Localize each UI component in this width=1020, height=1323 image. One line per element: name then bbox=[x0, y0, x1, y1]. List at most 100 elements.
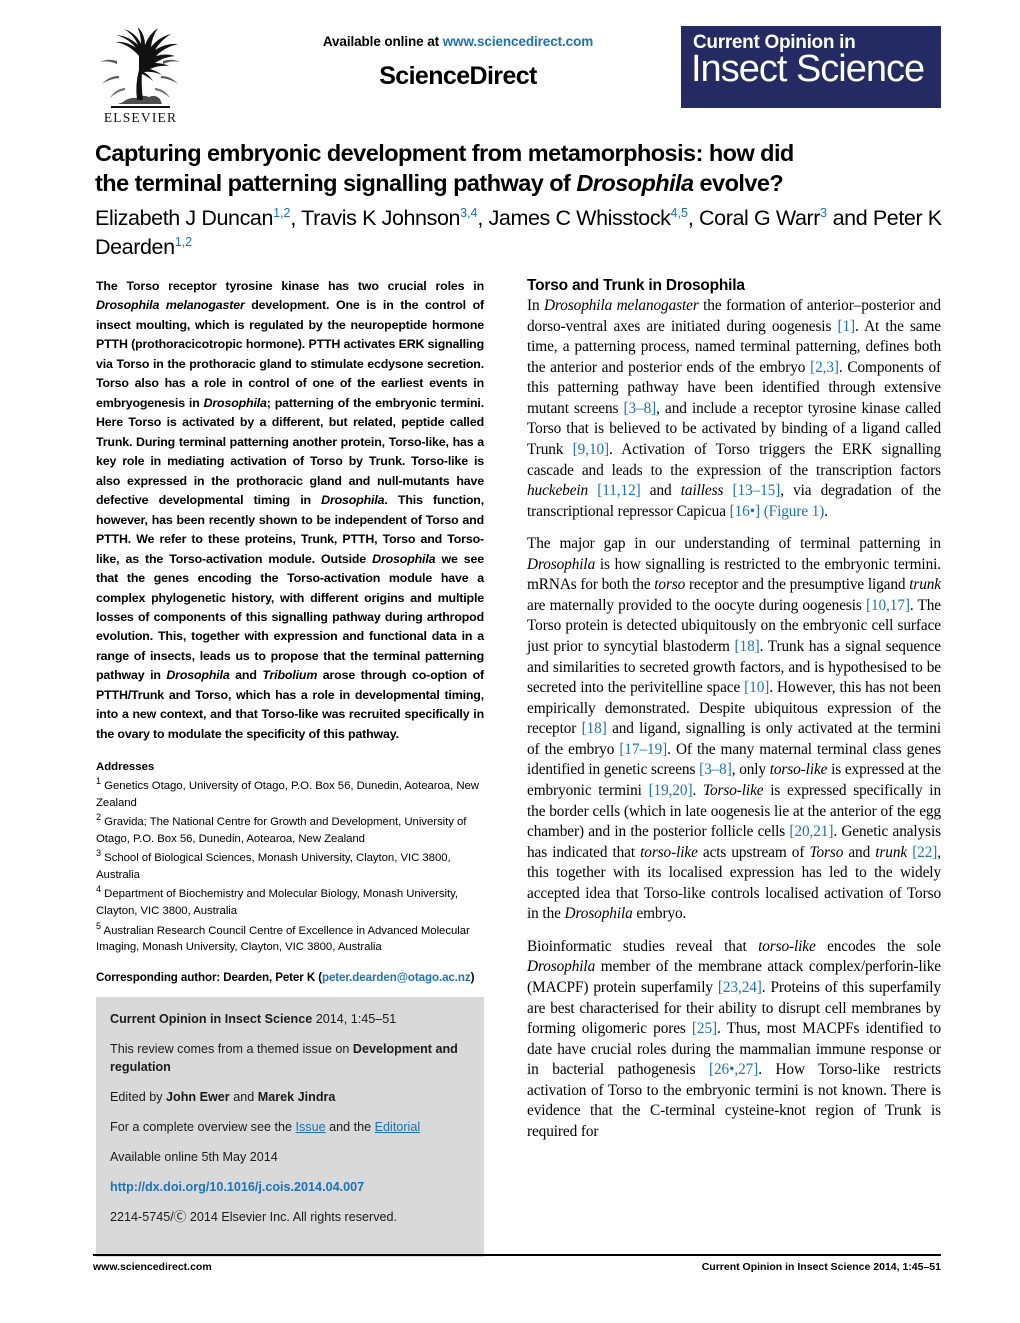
author-name: Coral G Warr bbox=[699, 206, 821, 231]
corresponding-author: Corresponding author: Dearden, Peter K (… bbox=[96, 971, 484, 984]
gene-or-species-name: trunk bbox=[909, 576, 941, 594]
page-header: ELSEVIER Available online at www.science… bbox=[93, 26, 941, 128]
citation-reference-link[interactable]: [13–15] bbox=[732, 482, 780, 499]
copyright-text: 2014 Elsevier Inc. All rights reserved. bbox=[186, 1209, 398, 1224]
citation-reference-link[interactable]: [18] bbox=[735, 638, 760, 655]
address-text: Australian Research Council Centre of Ex… bbox=[96, 924, 470, 953]
footer-volume-pages: 2014, 1:45–51 bbox=[870, 1261, 941, 1273]
footer-journal-name: Current Opinion in Insect Science bbox=[701, 1261, 871, 1273]
citation-reference-link[interactable]: [20,21] bbox=[789, 823, 833, 840]
species-name: Drosophila bbox=[166, 668, 230, 683]
title-line-2-post: evolve? bbox=[693, 170, 784, 197]
citation-reference-link[interactable]: [26•,27] bbox=[709, 1061, 758, 1078]
species-name: Drosophila melanogaster bbox=[96, 298, 245, 313]
citation-reference-link[interactable]: [19,20] bbox=[649, 782, 693, 799]
corresponding-author-email-link[interactable]: peter.dearden@otago.ac.nz bbox=[322, 971, 471, 984]
addresses-heading: Addresses bbox=[96, 761, 155, 774]
body-paragraph: Bioinformatic studies reveal that torso-… bbox=[527, 937, 941, 1140]
citation-reference-link[interactable]: [23,24] bbox=[718, 979, 762, 996]
article-page: ELSEVIER Available online at www.science… bbox=[0, 0, 1020, 1323]
gene-or-species-name: tailless bbox=[680, 482, 724, 500]
themed-issue-prefix: This review comes from a themed issue on bbox=[110, 1041, 353, 1056]
overview-prefix: For a complete overview see the bbox=[110, 1120, 296, 1135]
species-name: Drosophila bbox=[321, 493, 385, 508]
citation-reference-link[interactable]: [17–19] bbox=[619, 741, 667, 758]
address-text: School of Biological Sciences, Monash Un… bbox=[96, 852, 451, 881]
journal-logo: Current Opinion in Insect Science bbox=[681, 26, 941, 108]
gene-or-species-name: huckebein bbox=[527, 482, 589, 500]
author-name: James C Whisstock bbox=[488, 206, 671, 231]
body-paragraph: The major gap in our understanding of te… bbox=[527, 535, 942, 923]
issn-value: 2214-5745/ bbox=[110, 1209, 174, 1224]
copyright-icon: Ⓒ bbox=[173, 1209, 187, 1224]
citation-reference-link[interactable]: [3–8] bbox=[624, 400, 657, 417]
author-name: Elizabeth J Duncan bbox=[95, 206, 274, 231]
author-separator: , bbox=[290, 206, 302, 231]
citation-reference-link[interactable]: [22] bbox=[912, 844, 937, 861]
citation-reference-link[interactable]: [16•] bbox=[730, 503, 760, 520]
citation-reference-link[interactable]: [9,10] bbox=[573, 441, 609, 458]
citation-reference-link[interactable]: [25] bbox=[692, 1020, 717, 1037]
gene-or-species-name: Drosophila melanogaster bbox=[544, 297, 699, 314]
doi-link[interactable]: http://dx.doi.org/10.1016/j.cois.2014.04… bbox=[110, 1180, 364, 1194]
address-item: 5 Australian Research Council Centre of … bbox=[96, 920, 484, 956]
title-line-1: Capturing embryonic development from met… bbox=[95, 140, 794, 166]
editor-one: John Ewer bbox=[166, 1090, 230, 1105]
editors-line: Edited by John Ewer and Marek Jindra bbox=[110, 1088, 470, 1107]
available-online-date: Available online 5th May 2014 bbox=[110, 1150, 278, 1165]
address-text: Department of Biochemistry and Molecular… bbox=[96, 888, 459, 917]
species-name: Tribolium bbox=[262, 668, 318, 683]
title-line-2-italic: Drosophila bbox=[576, 170, 694, 197]
author-affiliation-marker: 1,2 bbox=[174, 234, 193, 249]
gene-or-species-name: Drosophila bbox=[527, 555, 596, 573]
doi-line: http://dx.doi.org/10.1016/j.cois.2014.04… bbox=[110, 1178, 470, 1197]
addresses-list: 1 Genetics Otago, University of Otago, P… bbox=[96, 775, 484, 955]
body-paragraph: In Drosophila melanogaster the formation… bbox=[527, 297, 942, 520]
corresponding-author-label: Corresponding author: Dearden, Peter K ( bbox=[96, 970, 322, 984]
editorial-link[interactable]: Editorial bbox=[375, 1120, 421, 1134]
gene-or-species-name: Torso bbox=[809, 843, 844, 861]
left-column: The Torso receptor tyrosine kinase has t… bbox=[96, 277, 484, 1257]
author-separator: , bbox=[687, 206, 700, 231]
citation-reference-link[interactable]: [18] bbox=[582, 720, 607, 737]
citation-reference-link[interactable]: [10] bbox=[744, 679, 769, 696]
editors-conjunction: and bbox=[229, 1090, 258, 1105]
abstract-text: The Torso receptor tyrosine kinase has t… bbox=[96, 279, 485, 741]
footer-website-link[interactable]: www.sciencedirect.com bbox=[93, 1261, 212, 1273]
title-line-2-pre: the terminal patterning signalling pathw… bbox=[95, 170, 577, 197]
citation-volume-pages: 2014, 1:45–51 bbox=[312, 1011, 397, 1026]
section-heading: Torso and Trunk in Drosophila bbox=[527, 277, 745, 294]
themed-issue-line: This review comes from a themed issue on… bbox=[110, 1040, 470, 1078]
elsevier-wordmark: ELSEVIER bbox=[103, 110, 178, 125]
citation-reference-link[interactable]: (Figure 1) bbox=[764, 503, 825, 520]
sciencedirect-url-link[interactable]: www.sciencedirect.com bbox=[443, 34, 594, 49]
footer-citation: Current Opinion in Insect Science 2014, … bbox=[702, 1261, 941, 1273]
issue-link[interactable]: Issue bbox=[296, 1120, 326, 1134]
author-name: Travis K Johnson bbox=[301, 206, 461, 231]
species-name: Drosophila bbox=[372, 551, 436, 566]
editor-two: Marek Jindra bbox=[257, 1090, 336, 1105]
sciencedirect-wordmark: ScienceDirect bbox=[379, 62, 537, 90]
citation-reference-link[interactable]: [1] bbox=[838, 318, 856, 335]
issn-copyright-line: 2214-5745/Ⓒ 2014 Elsevier Inc. All right… bbox=[110, 1208, 470, 1227]
gene-or-species-name: torso-like bbox=[640, 843, 698, 861]
page-footer: www.sciencedirect.com Current Opinion in… bbox=[93, 1261, 941, 1273]
overview-conjunction: and the bbox=[325, 1120, 375, 1135]
gene-or-species-name: torso-like bbox=[769, 761, 828, 779]
gene-or-species-name: Torso-like bbox=[702, 781, 764, 799]
address-text: Genetics Otago, University of Otago, P.O… bbox=[96, 780, 479, 809]
overview-line: For a complete overview see the Issue an… bbox=[110, 1118, 470, 1137]
citation-journal-name: Current Opinion in Insect Science bbox=[110, 1011, 313, 1026]
citation-reference-link[interactable]: [3–8] bbox=[699, 761, 732, 778]
citation-reference-link[interactable]: [2,3] bbox=[810, 359, 839, 376]
right-column: Torso and Trunk in Drosophila In Drosoph… bbox=[527, 277, 941, 1143]
author-list: Elizabeth J Duncan1,2, Travis K Johnson3… bbox=[95, 204, 945, 261]
species-name: Drosophila bbox=[203, 395, 267, 410]
edited-by-label: Edited by bbox=[110, 1090, 167, 1105]
citation-reference-link[interactable]: [10,17] bbox=[866, 597, 910, 614]
address-item: 3 School of Biological Sciences, Monash … bbox=[96, 847, 484, 883]
corresponding-author-close: ) bbox=[470, 970, 475, 984]
sciencedirect-block: Available online at www.sciencedirect.co… bbox=[263, 34, 653, 91]
citation-reference-link[interactable]: [11,12] bbox=[597, 482, 640, 499]
address-text: Gravida; The National Centre for Growth … bbox=[96, 816, 467, 845]
